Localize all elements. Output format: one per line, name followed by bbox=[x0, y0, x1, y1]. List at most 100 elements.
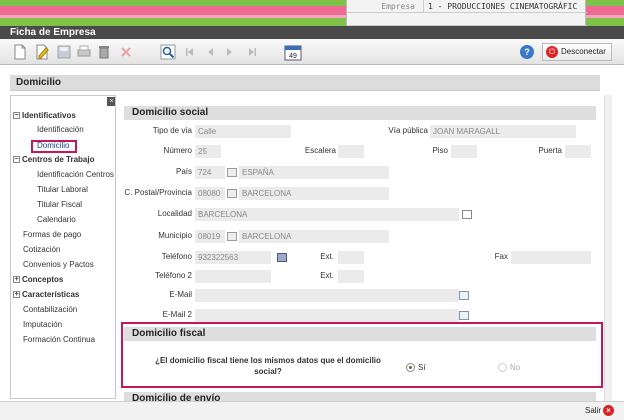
tree-item-label: Convenios y Pactos bbox=[23, 260, 94, 269]
via-publica-label: Vía pública bbox=[388, 126, 428, 135]
help-icon[interactable]: ? bbox=[520, 45, 534, 59]
expand-icon[interactable]: + bbox=[13, 291, 20, 299]
tree-item[interactable]: Cotización bbox=[23, 244, 60, 256]
tree-item-label: Calendario bbox=[37, 215, 76, 224]
next-icon[interactable] bbox=[222, 44, 238, 60]
phone-icon[interactable] bbox=[277, 253, 287, 262]
telefono-input[interactable]: 932322563 bbox=[195, 251, 271, 264]
last-icon[interactable] bbox=[244, 44, 260, 60]
tree-item[interactable]: Titular Laboral bbox=[37, 184, 88, 196]
tree-item[interactable]: Formación Continua bbox=[23, 334, 95, 346]
scrollbar[interactable] bbox=[604, 95, 612, 401]
exit-icon[interactable]: × bbox=[603, 405, 614, 416]
ext2-input[interactable] bbox=[338, 270, 364, 283]
fax-label: Fax bbox=[494, 252, 508, 261]
localidad-input[interactable]: BARCELONA bbox=[195, 208, 459, 221]
ext-label: Ext. bbox=[320, 252, 334, 261]
tree-item[interactable]: Identificación Centros bbox=[37, 169, 114, 181]
tree-item[interactable]: Formas de pago bbox=[23, 229, 81, 241]
tree-item-label: Titular Fiscal bbox=[37, 200, 83, 209]
email-input[interactable] bbox=[195, 289, 459, 302]
radio-yes-label: Sí bbox=[418, 363, 426, 372]
calendar-icon[interactable] bbox=[462, 210, 472, 219]
mail-icon[interactable] bbox=[459, 291, 469, 300]
telefono2-input[interactable] bbox=[195, 270, 271, 283]
new-icon[interactable] bbox=[12, 44, 28, 60]
domicilio-envio-header: Domicilio de envío bbox=[124, 392, 596, 401]
delete-icon[interactable] bbox=[96, 44, 112, 60]
tree-item-label: Formas de pago bbox=[23, 230, 82, 239]
footer: Salir × bbox=[0, 401, 624, 420]
window-title: Ficha de Empresa bbox=[0, 26, 624, 39]
exit-button[interactable]: Salir bbox=[585, 405, 601, 417]
tree-item[interactable]: Calendario bbox=[37, 214, 76, 226]
piso-input[interactable] bbox=[451, 145, 477, 158]
disconnect-button[interactable]: ⏻ Desconectar bbox=[542, 43, 612, 61]
disconnect-label: Desconectar bbox=[561, 47, 606, 56]
municipio-label: Municipio bbox=[158, 231, 192, 240]
pais-code-input[interactable]: 724 bbox=[195, 166, 225, 179]
tree-item[interactable]: + Características bbox=[13, 289, 79, 301]
pais-name-field: ESPAÑA bbox=[239, 166, 389, 179]
collapse-icon[interactable]: − bbox=[13, 112, 20, 120]
selected-item-highlight bbox=[31, 140, 77, 153]
tree-item-label: Características bbox=[22, 290, 80, 299]
via-publica-input[interactable]: JOAN MARAGALL bbox=[430, 125, 576, 138]
edit-icon[interactable] bbox=[34, 44, 50, 60]
print-icon[interactable] bbox=[76, 44, 92, 60]
cancel-icon[interactable] bbox=[118, 44, 134, 60]
email2-input[interactable] bbox=[195, 309, 459, 322]
piso-label: Piso bbox=[432, 146, 448, 155]
search-icon[interactable] bbox=[160, 44, 176, 60]
escalera-label: Escalera bbox=[304, 146, 336, 155]
tree-item[interactable]: Titular Fiscal bbox=[37, 199, 82, 211]
list-icon[interactable] bbox=[227, 189, 237, 198]
toolbar: 49 ? ⏻ Desconectar bbox=[0, 39, 624, 65]
cp-code-input[interactable]: 08080 bbox=[195, 187, 225, 200]
tree-item-label: Identificación Centros bbox=[37, 170, 114, 179]
puerta-input[interactable] bbox=[565, 145, 591, 158]
escalera-input[interactable] bbox=[338, 145, 364, 158]
pais-label: País bbox=[175, 167, 192, 176]
cp-provincia-label: C. Postal/Provincia bbox=[124, 188, 192, 197]
prev-icon[interactable] bbox=[202, 44, 218, 60]
list-icon[interactable] bbox=[227, 232, 237, 241]
tree-item[interactable]: − Identificativos bbox=[13, 110, 76, 122]
tree-item[interactable]: − Centros de Trabajo bbox=[13, 154, 94, 166]
tree-item-label: Contabilización bbox=[23, 305, 78, 314]
tree-item-label: Identificación bbox=[37, 125, 84, 134]
radio-yes[interactable] bbox=[406, 363, 415, 372]
tipo-via-label: Tipo de vía bbox=[152, 126, 192, 135]
localidad-label: Localidad bbox=[157, 209, 192, 218]
telefono2-label: Teléfono 2 bbox=[155, 271, 192, 280]
tree-item-label: Formación Continua bbox=[23, 335, 96, 344]
first-icon[interactable] bbox=[182, 44, 198, 60]
list-icon[interactable] bbox=[227, 168, 237, 177]
save-icon[interactable] bbox=[56, 44, 72, 60]
tree-item[interactable]: Convenios y Pactos bbox=[23, 259, 94, 271]
expand-icon[interactable]: + bbox=[13, 276, 20, 284]
tree-item[interactable]: + Conceptos bbox=[13, 274, 63, 286]
fax-input[interactable] bbox=[511, 251, 591, 264]
tree-item-label: Centros de Trabajo bbox=[22, 155, 95, 164]
company-label: Empresa bbox=[381, 2, 415, 11]
numero-input[interactable]: 25 bbox=[195, 145, 221, 158]
close-icon[interactable]: × bbox=[107, 97, 115, 106]
tipo-via-input[interactable]: Calle bbox=[195, 125, 291, 138]
calendar-icon[interactable]: 49 bbox=[284, 43, 302, 61]
company-value: 1 - PRODUCCIONES CINEMATOGRÁFIC bbox=[423, 0, 587, 13]
collapse-icon[interactable]: − bbox=[13, 156, 20, 164]
tree-item[interactable]: Identificación bbox=[37, 124, 84, 136]
mail-icon[interactable] bbox=[459, 311, 469, 320]
ext-input[interactable] bbox=[338, 251, 364, 264]
municipio-code-input[interactable]: 08019 bbox=[195, 230, 225, 243]
power-icon: ⏻ bbox=[546, 46, 558, 58]
domicilio-fiscal-header: Domicilio fiscal bbox=[124, 327, 596, 341]
same-address-question: ¿El domicilio fiscal tiene los mismos da… bbox=[155, 356, 381, 376]
tree-item[interactable]: Imputación bbox=[23, 319, 62, 331]
calendar-day: 49 bbox=[289, 53, 297, 60]
tree-item[interactable]: Contabilización bbox=[23, 304, 77, 316]
domicilio-social-header: Domicilio social bbox=[124, 106, 596, 120]
page-title: Domicilio bbox=[10, 75, 600, 91]
radio-no[interactable] bbox=[498, 363, 507, 372]
